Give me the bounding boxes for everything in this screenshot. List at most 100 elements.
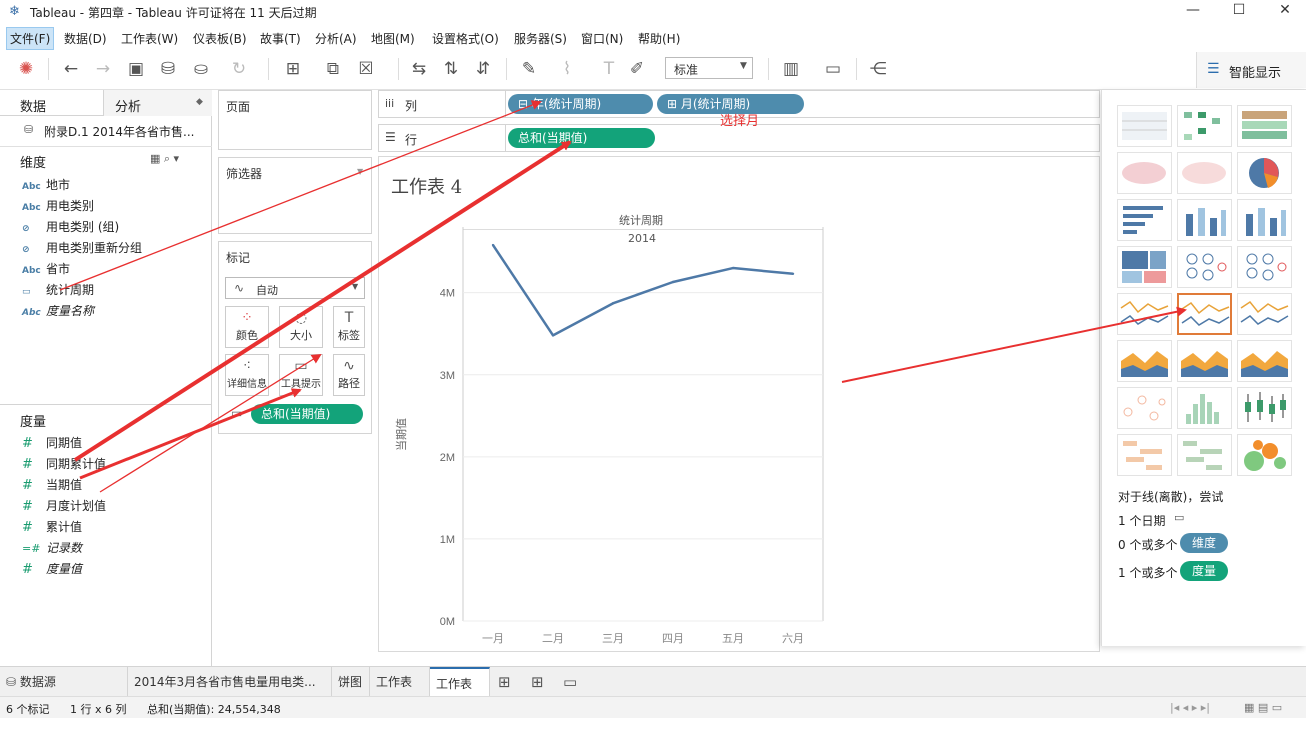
area-discrete-icon[interactable] — [1177, 340, 1232, 382]
size-button[interactable]: ◌ 大小 — [279, 306, 323, 348]
heat-map-icon[interactable] — [1177, 105, 1232, 147]
line-chart[interactable]: 0M 1M 2M 3M 4M 一月 二月 三月 四月 五月 六月 — [379, 157, 1099, 651]
redo-icon[interactable]: → — [92, 59, 114, 79]
tab-sheet[interactable]: 工作表 3 — [370, 667, 430, 719]
discrete-line-icon[interactable] — [1177, 293, 1232, 335]
show-cards-icon[interactable]: ▥ — [780, 59, 802, 79]
field-measure[interactable]: # 同期值 — [22, 434, 82, 451]
menu-analysis[interactable]: 分析(A) — [315, 30, 357, 47]
field-measure[interactable]: # 月度计划值 — [22, 497, 106, 514]
tab-collapse-icon[interactable]: ◆ — [196, 97, 203, 107]
field-dimension[interactable]: ⊘ 用电类别重新分组 — [22, 239, 142, 256]
filled-map-icon[interactable] — [1177, 152, 1232, 194]
menu-format[interactable]: 设置格式(O) — [432, 30, 499, 47]
minimize-button[interactable]: — — [1183, 2, 1203, 18]
text-table-icon[interactable] — [1117, 105, 1172, 147]
fit-dropdown[interactable]: 标准 ▼ — [665, 57, 753, 79]
presentation-icon[interactable]: ▭ — [822, 59, 844, 79]
treemap-icon[interactable] — [1117, 246, 1172, 288]
rows-pill[interactable]: 总和(当期值) — [508, 128, 655, 148]
label-button[interactable]: T 标签 — [333, 306, 365, 348]
scatter-plot-icon[interactable] — [1117, 387, 1172, 429]
tab-data[interactable]: 数据 — [20, 96, 46, 115]
field-measure[interactable]: # 度量值 — [22, 560, 82, 577]
pie-chart-icon[interactable] — [1237, 152, 1292, 194]
new-worksheet-icon[interactable]: ⊞ — [498, 673, 511, 691]
chevron-down-icon[interactable]: ▼ — [357, 167, 363, 176]
circle-view-icon[interactable] — [1177, 246, 1232, 288]
detail-button[interactable]: ⁖ 详细信息 — [225, 354, 269, 396]
tab-sheet-active[interactable]: 工作表 4 — [430, 667, 490, 721]
tableau-icon[interactable]: ✺ — [15, 59, 37, 79]
field-dimension[interactable]: Abc 用电类别 — [22, 197, 94, 214]
menu-story[interactable]: 故事(T) — [260, 30, 301, 47]
tab-datasource[interactable]: ⛁ 数据源 — [0, 667, 128, 697]
labels-icon[interactable]: T — [598, 59, 620, 79]
new-datasource-icon[interactable]: ⛁ — [157, 59, 179, 79]
field-dimension[interactable]: Abc 地市 — [22, 176, 70, 193]
highlight-table-icon[interactable] — [1237, 105, 1292, 147]
menu-map[interactable]: 地图(M) — [371, 30, 415, 47]
datasource-name[interactable]: 附录D.1 2014年各省市售... — [44, 123, 195, 140]
menu-help[interactable]: 帮助(H) — [638, 30, 680, 47]
menu-worksheet[interactable]: 工作表(W) — [121, 30, 178, 47]
tab-analysis[interactable]: 分析 — [115, 96, 141, 115]
field-measure[interactable]: # 当期值 — [22, 476, 82, 493]
new-dashboard-icon[interactable]: ⊞ — [531, 673, 544, 691]
clear-sheet-icon[interactable]: ☒ — [355, 59, 377, 79]
side-by-side-bars-icon[interactable] — [1237, 199, 1292, 241]
sheet-nav-icon[interactable]: |◂ ◂ ▸ ▸| — [1170, 701, 1210, 714]
menu-window[interactable]: 窗口(N) — [581, 30, 623, 47]
refresh-icon[interactable]: ↻ — [228, 59, 250, 79]
menu-data[interactable]: 数据(D) — [64, 30, 107, 47]
year-pill[interactable]: ⊟ 年(统计周期) — [508, 94, 653, 114]
field-measure[interactable]: # 同期累计值 — [22, 455, 106, 472]
sort-descending-icon[interactable]: ⇵ — [472, 59, 494, 79]
maximize-button[interactable]: ☐ — [1229, 2, 1249, 18]
histogram-icon[interactable] — [1177, 387, 1232, 429]
tab-sheet[interactable]: 饼图 — [332, 667, 370, 697]
highlight-icon[interactable]: ✎ — [518, 59, 540, 79]
group-icon[interactable]: ⌇ — [556, 59, 578, 79]
pages-shelf[interactable]: 页面 — [218, 90, 372, 150]
packed-bubbles-icon[interactable] — [1237, 434, 1292, 476]
swap-icon[interactable]: ⇆ — [408, 59, 430, 79]
field-dimension[interactable]: Abc 省市 — [22, 260, 70, 277]
continuous-line-icon[interactable] — [1117, 293, 1172, 335]
path-button[interactable]: ∿ 路径 — [333, 354, 365, 396]
menu-server[interactable]: 服务器(S) — [514, 30, 567, 47]
field-measure[interactable]: =# 记录数 — [22, 539, 82, 556]
menu-dashboard[interactable]: 仪表板(B) — [193, 30, 247, 47]
bullet-graph-icon[interactable] — [1177, 434, 1232, 476]
menu-file[interactable]: 文件(F) — [6, 27, 55, 50]
grid-view-icon[interactable]: ▦ ▤ ▭ — [1244, 701, 1282, 714]
sort-ascending-icon[interactable]: ⇅ — [440, 59, 462, 79]
save-icon[interactable]: ▣ — [125, 59, 147, 79]
color-button[interactable]: ⁘ 颜色 — [225, 306, 269, 348]
filters-shelf[interactable]: 筛选器 ▼ — [218, 157, 372, 234]
duplicate-sheet-icon[interactable]: ⧉ — [322, 59, 344, 79]
field-dimension[interactable]: ⊘ 用电类别 (组) — [22, 218, 119, 235]
close-button[interactable]: ✕ — [1275, 2, 1295, 18]
undo-icon[interactable]: ← — [60, 59, 82, 79]
smart-show-button[interactable]: ☰ 智能显示 — [1196, 52, 1306, 88]
tooltip-button[interactable]: ▭ 工具提示 — [279, 354, 323, 396]
new-story-icon[interactable]: ▭ — [563, 673, 577, 691]
field-dimension[interactable]: ▭ 统计周期 — [22, 281, 94, 298]
tab-sheet[interactable]: 2014年3月各省市售电量用电类... — [128, 667, 332, 697]
stacked-bars-icon[interactable] — [1177, 199, 1232, 241]
gantt-chart-icon[interactable] — [1117, 434, 1172, 476]
pause-updates-icon[interactable]: ⛀ — [190, 59, 212, 79]
area-continuous-icon[interactable] — [1117, 340, 1172, 382]
side-by-side-circles-icon[interactable] — [1237, 246, 1292, 288]
field-dimension[interactable]: Abc 度量名称 — [22, 302, 94, 319]
field-measure[interactable]: # 累计值 — [22, 518, 82, 535]
mark-type-dropdown[interactable]: ∿ 自动 ▼ — [225, 277, 365, 299]
marks-pill[interactable]: 总和(当期值) — [251, 404, 363, 424]
dual-combination-icon[interactable] — [1237, 340, 1292, 382]
view-toggle-icon[interactable]: ▦ ⌕ ▾ — [150, 152, 179, 166]
pin-icon[interactable]: ✐ — [626, 59, 648, 79]
share-icon[interactable]: ⋲ — [867, 59, 889, 79]
horizontal-bars-icon[interactable] — [1117, 199, 1172, 241]
symbol-map-icon[interactable] — [1117, 152, 1172, 194]
